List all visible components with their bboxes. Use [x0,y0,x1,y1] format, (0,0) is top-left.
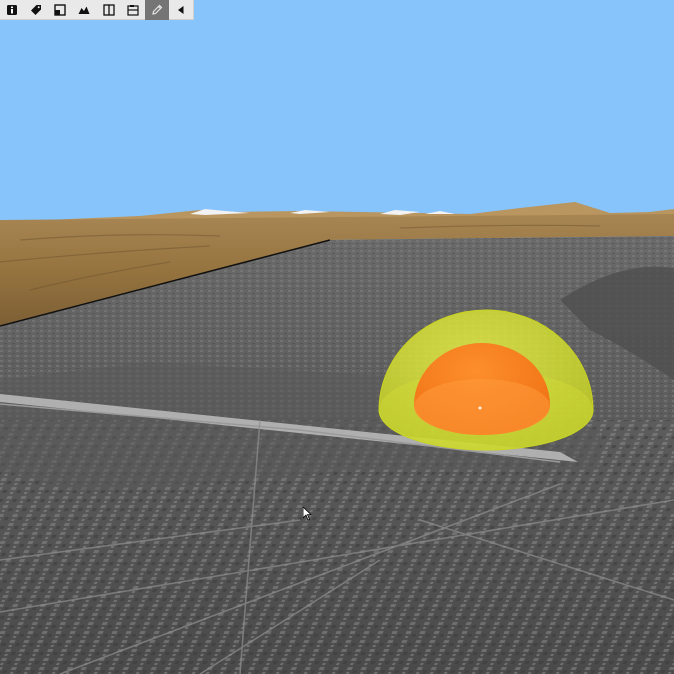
terrain-button[interactable] [72,0,96,20]
map-toolbar [0,0,194,20]
tag-icon [31,4,42,15]
panel-icon [127,4,139,16]
terrain-icon [78,6,90,14]
split-view-icon [102,3,115,16]
tag-button[interactable] [24,0,48,20]
window-icon [54,3,67,16]
3d-scene[interactable] [0,0,674,674]
triangle-left-icon [177,5,184,14]
dome-center-marker [478,406,482,410]
measure-button[interactable] [144,0,169,20]
mouse-cursor [303,507,312,521]
map-viewport[interactable] [0,0,674,674]
info-icon [7,4,18,15]
split-view-button[interactable] [97,0,121,20]
window-button[interactable] [48,0,72,20]
panel-button[interactable] [121,0,145,20]
pencil-icon [152,4,163,15]
info-button[interactable] [0,0,24,20]
collapse-toolbar-button[interactable] [169,0,193,20]
inner-dome-base [414,379,550,435]
